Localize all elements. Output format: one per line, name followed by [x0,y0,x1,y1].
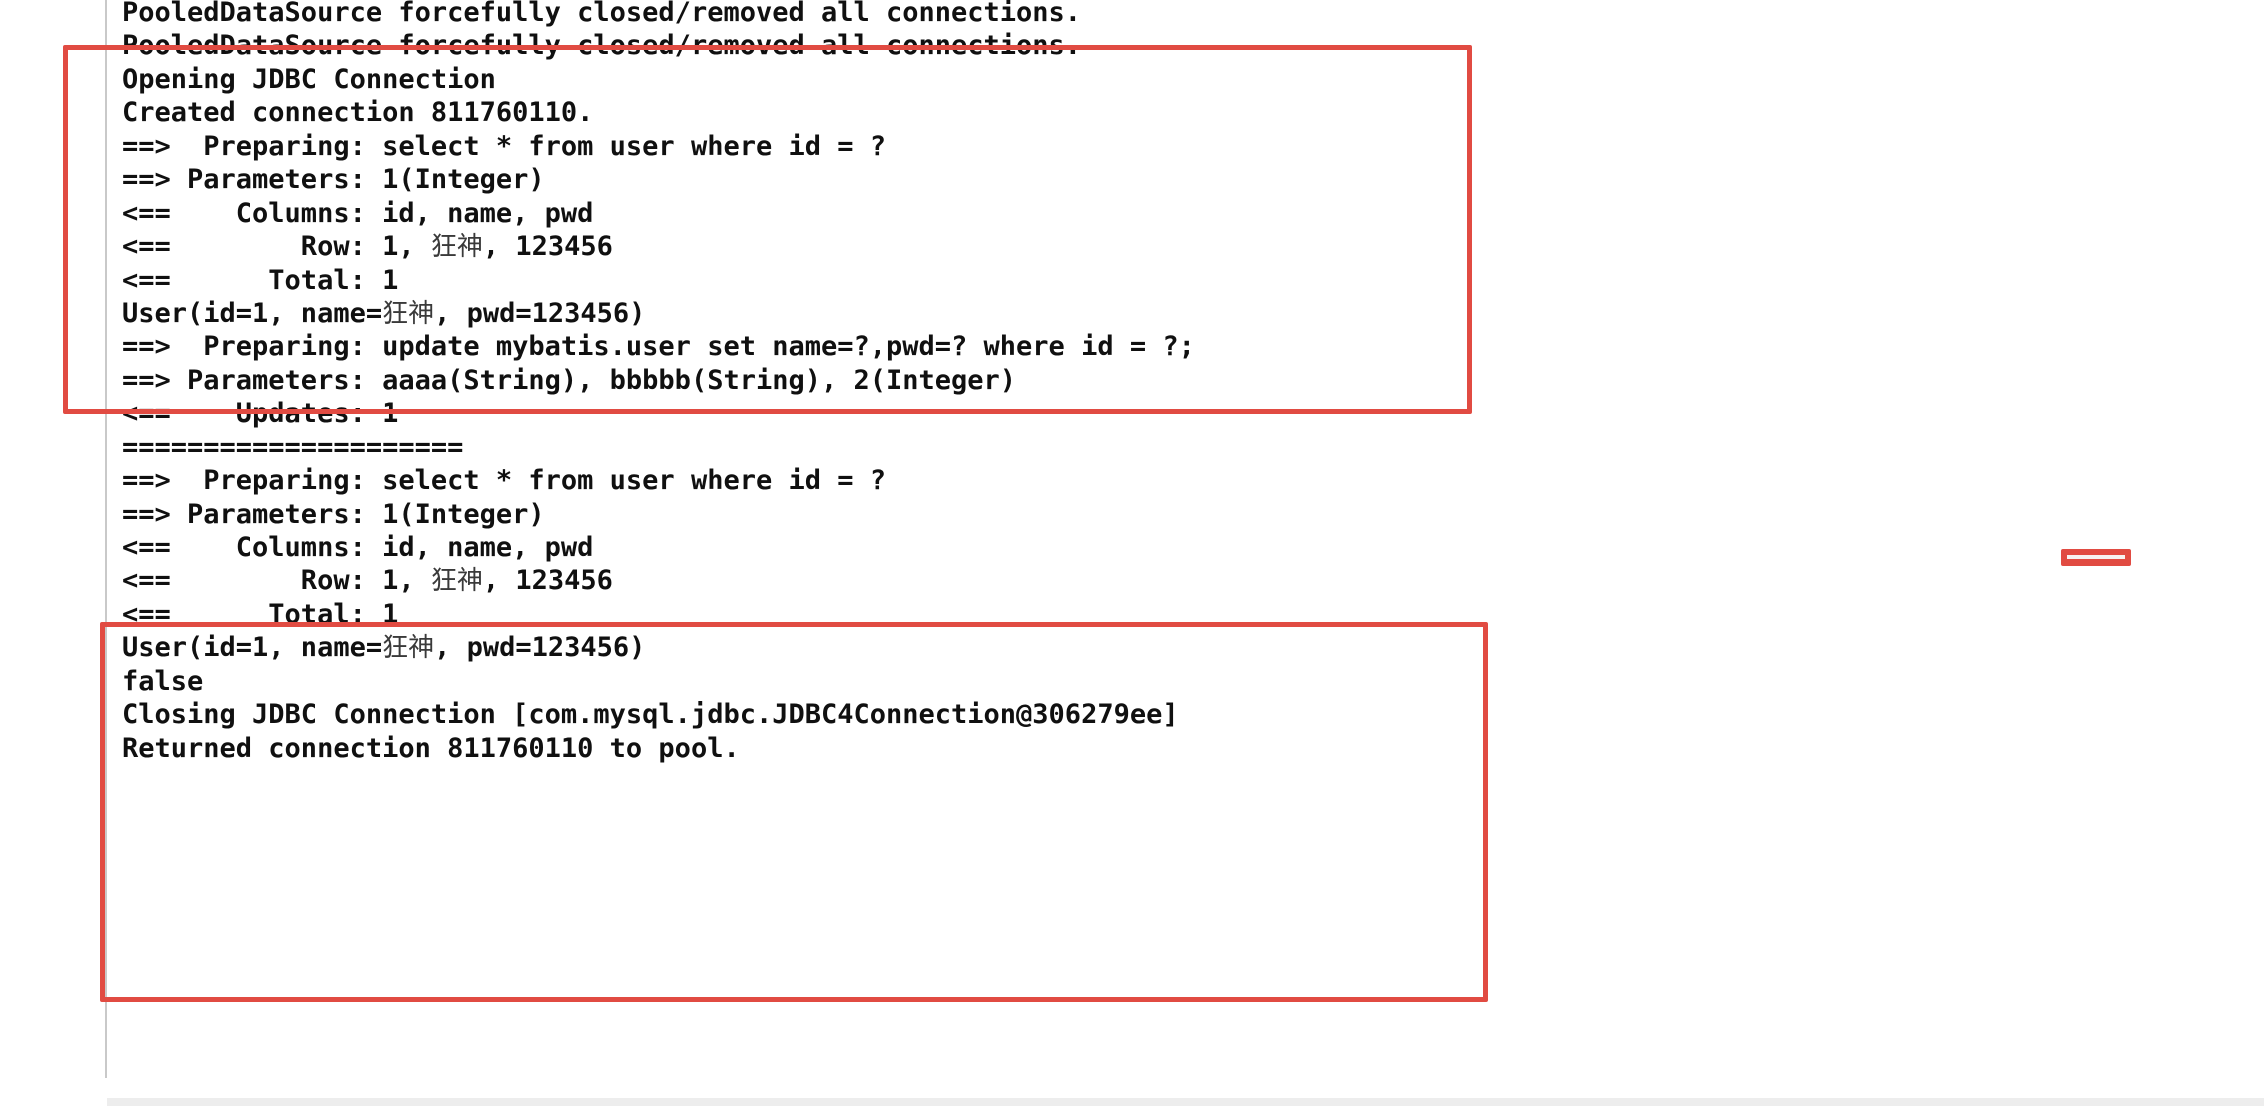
log-line-text: <== Columns: id, name, pwd [122,197,594,229]
log-line: ==> Parameters: aaaa(String), bbbbb(Stri… [122,364,2222,397]
log-line-text: PooledDataSource forcefully closed/remov… [122,30,1082,62]
gutter-divider [105,0,107,1078]
log-line: Opening JDBC Connection [122,63,2222,96]
log-line-prefix: User(id=1, name= [122,632,383,664]
annotation-dash-marker-icon [2061,549,2131,566]
log-line-suffix: , 123456 [482,231,613,263]
log-line: <== Updates: 1 [122,397,2222,430]
log-line: User(id=1, name=狂神, pwd=123456) [122,631,2222,664]
log-line: PooledDataSource forcefully closed/remov… [122,29,2222,62]
log-line-text: ==> Parameters: 1(Integer) [122,164,545,196]
log-line: PooledDataSource forcefully closed/remov… [122,0,2222,29]
log-line-text: Closing JDBC Connection [com.mysql.jdbc.… [122,699,1179,731]
log-line-prefix: <== Row: 1, [122,565,431,597]
log-line: ==> Preparing: update mybatis.user set n… [122,330,2222,363]
log-line: <== Columns: id, name, pwd [122,531,2222,564]
log-line: false [122,665,2222,698]
log-line-text: <== Updates: 1 [122,398,399,430]
horizontal-scrollbar[interactable] [107,1098,2264,1106]
log-line: ==> Preparing: select * from user where … [122,464,2222,497]
console-output-panel[interactable]: PooledDataSource forcefully closed/remov… [0,0,2264,1106]
log-line: User(id=1, name=狂神, pwd=123456) [122,297,2222,330]
log-line-text: ==> Preparing: select * from user where … [122,130,887,162]
log-line-list[interactable]: PooledDataSource forcefully closed/remov… [122,0,2222,765]
log-line-text: Returned connection 811760110 to pool. [122,732,740,764]
log-line-text: false [122,665,204,697]
log-line-suffix: , 123456 [482,565,613,597]
log-line-text: <== Total: 1 [122,598,399,630]
log-line: <== Total: 1 [122,598,2222,631]
log-line: Closing JDBC Connection [com.mysql.jdbc.… [122,698,2222,731]
log-line: ==> Preparing: select * from user where … [122,130,2222,163]
log-line: <== Row: 1, 狂神, 123456 [122,564,2222,597]
log-line: ==> Parameters: 1(Integer) [122,163,2222,196]
log-line-text: Created connection 811760110. [122,97,594,129]
log-line-text: Opening JDBC Connection [122,63,496,95]
log-line: <== Columns: id, name, pwd [122,197,2222,230]
log-line-cjk-value: 狂神 [430,566,483,597]
log-line-text: ==> Preparing: update mybatis.user set n… [122,331,1195,363]
log-line-suffix: , pwd=123456) [434,632,646,664]
log-line: <== Row: 1, 狂神, 123456 [122,230,2222,263]
log-line-suffix: , pwd=123456) [434,297,646,329]
log-line: ==> Parameters: 1(Integer) [122,498,2222,531]
log-line: Returned connection 811760110 to pool. [122,732,2222,765]
log-line: <== Total: 1 [122,264,2222,297]
log-line-text: PooledDataSource forcefully closed/remov… [122,0,1082,28]
log-line-text: ==> Parameters: aaaa(String), bbbbb(Stri… [122,364,1017,396]
log-line-text: ==> Preparing: select * from user where … [122,465,887,497]
log-line-text: ==> Parameters: 1(Integer) [122,498,545,530]
log-line-text: ===================== [122,431,464,463]
log-line: ===================== [122,431,2222,464]
log-line-text: <== Total: 1 [122,264,399,296]
log-line: Created connection 811760110. [122,96,2222,129]
log-line-cjk-value: 狂神 [430,232,483,263]
log-line-prefix: <== Row: 1, [122,231,431,263]
log-line-cjk-value: 狂神 [382,298,435,329]
log-line-text: <== Columns: id, name, pwd [122,532,594,563]
log-line-prefix: User(id=1, name= [122,297,383,329]
log-line-cjk-value: 狂神 [382,633,435,664]
